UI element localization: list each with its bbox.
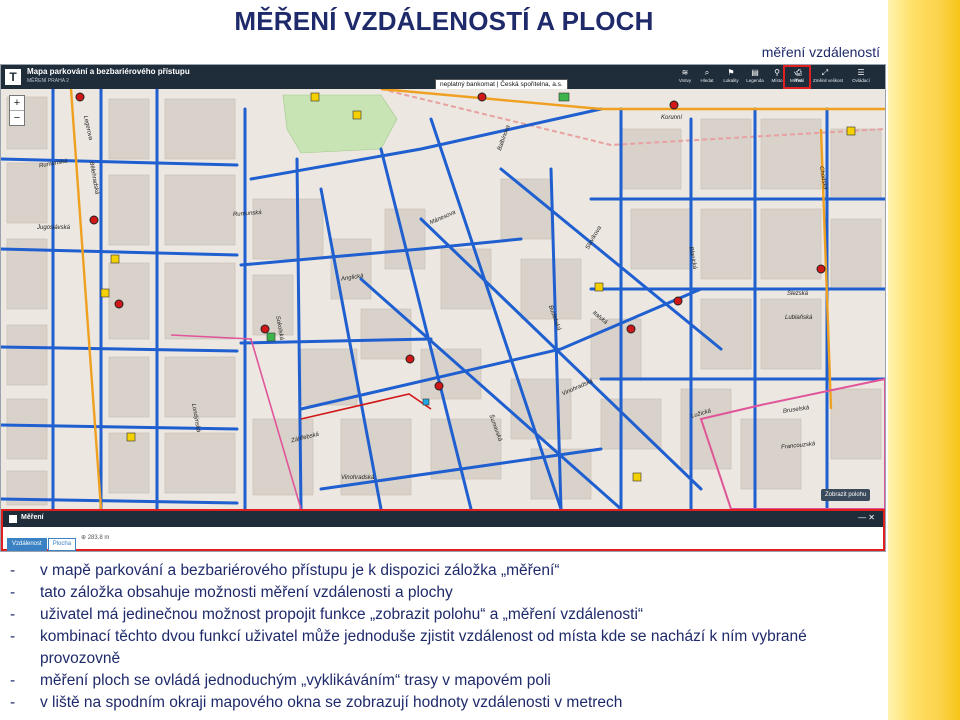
park-area [282,94,398,154]
bullet-dash: - [10,628,16,645]
street-label: Lublaňská [785,315,813,321]
measure-icon: ⦦ [793,68,801,77]
toolbar-label: Ovládací [852,78,870,83]
toolbar-label: Vrstvy [678,78,692,83]
decorative-stripe [888,0,960,720]
bullet-item: - v liště na spodním okraji mapového okna… [10,692,880,714]
bullet-text: kombinací těchto dvou funkcí uživatel mů… [40,628,807,667]
location-icon: ⚑ [727,68,735,77]
bullet-text: v mapě parkování a bezbariérového přístu… [40,562,560,579]
show-location-button[interactable]: Zobrazit polohu [821,489,871,501]
bullet-text: měření ploch se ovládá jednoduchým „vykl… [40,672,551,689]
slide-subtitle: měření vzdáleností [761,44,880,60]
app-header: T Mapa parkování a bezbariérového přístu… [1,65,885,91]
bullet-dash: - [10,606,16,623]
search-icon: ⌕ [704,68,710,77]
app-subtitle: MĚŘENÍ PRAHA 2 [27,78,69,84]
toolbar-label: Hledat [700,78,714,83]
legend-icon: ▤ [751,68,759,77]
toolbar-layers-button[interactable]: ≋ Vrstvy [673,67,697,87]
distance-readout: ⊕ 283.8 m [81,535,110,541]
bullet-dash: - [10,694,16,711]
tab-area[interactable]: Plocha [47,538,77,551]
measure-panel: Měření — ✕ Vzdálenost Plocha ⊕ 283.8 m [1,509,885,551]
zoom-out-button[interactable]: − [10,110,24,125]
bullet-item: - tato záložka obsahuje možnosti měření v… [10,582,880,604]
bullet-item: - uživatel má jedinečnou možnost propojit… [10,604,880,626]
bullet-dash: - [10,672,16,689]
measure-tabs: Vzdálenost Plocha [7,532,77,551]
zoom-control: + − [9,95,25,126]
toolbar-resize-button[interactable]: ⤢ Změnit velikost [813,67,844,87]
resize-icon: ⤢ [821,68,829,77]
tab-distance[interactable]: Vzdálenost [7,538,47,551]
bullet-text: v liště na spodním okraji mapového okna … [40,694,623,711]
map-canvas[interactable] [1,89,885,509]
bullet-item: - měření ploch se ovládá jednoduchým „vyk… [10,670,880,692]
toolbar-label: Legenda [746,78,764,83]
toolbar-label: Změnit velikost [813,78,844,83]
toolbar-measure-button[interactable]: ⦦ Měření [783,65,811,89]
layers-icon: ≋ [681,68,689,77]
street-label: Slezská [787,291,809,297]
toolbar-search-button[interactable]: ⌕ Hledat [695,67,719,87]
app-logo: T [5,69,21,85]
toolbar-locations-button[interactable]: ⚑ Lokality [719,67,743,87]
controls-icon: ☰ [857,68,865,77]
measure-panel-icon [9,515,17,523]
bullet-text: uživatel má jedinečnou možnost propojit … [40,606,644,623]
panel-window-controls[interactable]: — ✕ [858,513,875,522]
street-label: Vinohradská [341,475,375,481]
bullet-dash: - [10,562,16,579]
measure-panel-title: Měření [21,514,44,521]
bullet-text: tato záložka obsahuje možnosti měření vz… [40,584,453,601]
measure-panel-header: Měření — ✕ [3,511,883,527]
slide-title: MĚŘENÍ VZDÁLENOSTÍ A PLOCH [234,6,654,36]
toolbar-label: Lokality [723,78,739,83]
app-title: Mapa parkování a bezbariérového přístupu [27,67,190,76]
toolbar-label: Měření [789,78,804,83]
street-label: Korunní [661,115,683,121]
toolbar-controls-button[interactable]: ☰ Ovládací [849,67,873,87]
bullet-list: - v mapě parkování a bezbariérového příst… [10,560,880,714]
street-label: Jugoslávská [37,225,71,231]
bullet-item: - v mapě parkování a bezbariérového příst… [10,560,880,582]
toolbar-legend-button[interactable]: ▤ Legenda [743,67,767,87]
map-app-screenshot: T Mapa parkování a bezbariérového přístu… [0,64,886,552]
zoom-in-button[interactable]: + [10,96,24,110]
bullet-item: - kombinací těchto dvou funkcí uživatel m… [10,626,880,670]
bullet-dash: - [10,584,16,601]
